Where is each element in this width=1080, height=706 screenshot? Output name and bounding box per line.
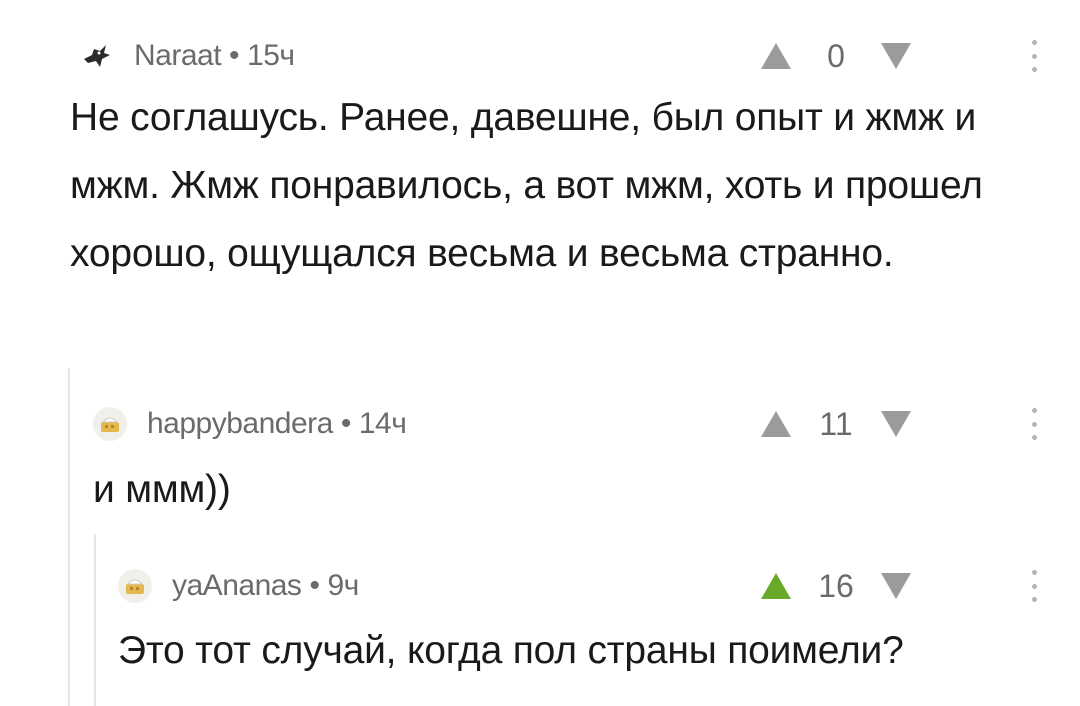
arrow-down-icon [881, 573, 911, 599]
comment-text: Это тот случай, когда пол страны поимели… [118, 629, 904, 672]
vote-controls: 16 [756, 566, 916, 606]
more-options-button[interactable] [1027, 566, 1041, 606]
dot-icon [1031, 597, 1037, 602]
comment-meta: yaAnanas • 9ч [172, 569, 359, 603]
comment: yaAnanas • 9ч 16 Это тот случай, когда п… [0, 0, 1080, 706]
author-name[interactable]: yaAnanas [172, 569, 302, 603]
comment-header: yaAnanas • 9ч [118, 566, 359, 606]
downvote-button[interactable] [876, 566, 916, 606]
arrow-up-icon [761, 573, 791, 599]
comment-thread: Naraat • 15ч 0 Не соглашусь. Ранее, даве… [0, 0, 1080, 706]
meta-separator: • [309, 569, 320, 602]
rating-count: 16 [818, 567, 854, 604]
dot-icon [1031, 583, 1037, 589]
upvote-button[interactable] [756, 566, 796, 606]
dot-icon [1031, 570, 1037, 575]
comment-time[interactable]: 9ч [327, 569, 359, 603]
default-avatar-icon[interactable] [118, 569, 152, 603]
